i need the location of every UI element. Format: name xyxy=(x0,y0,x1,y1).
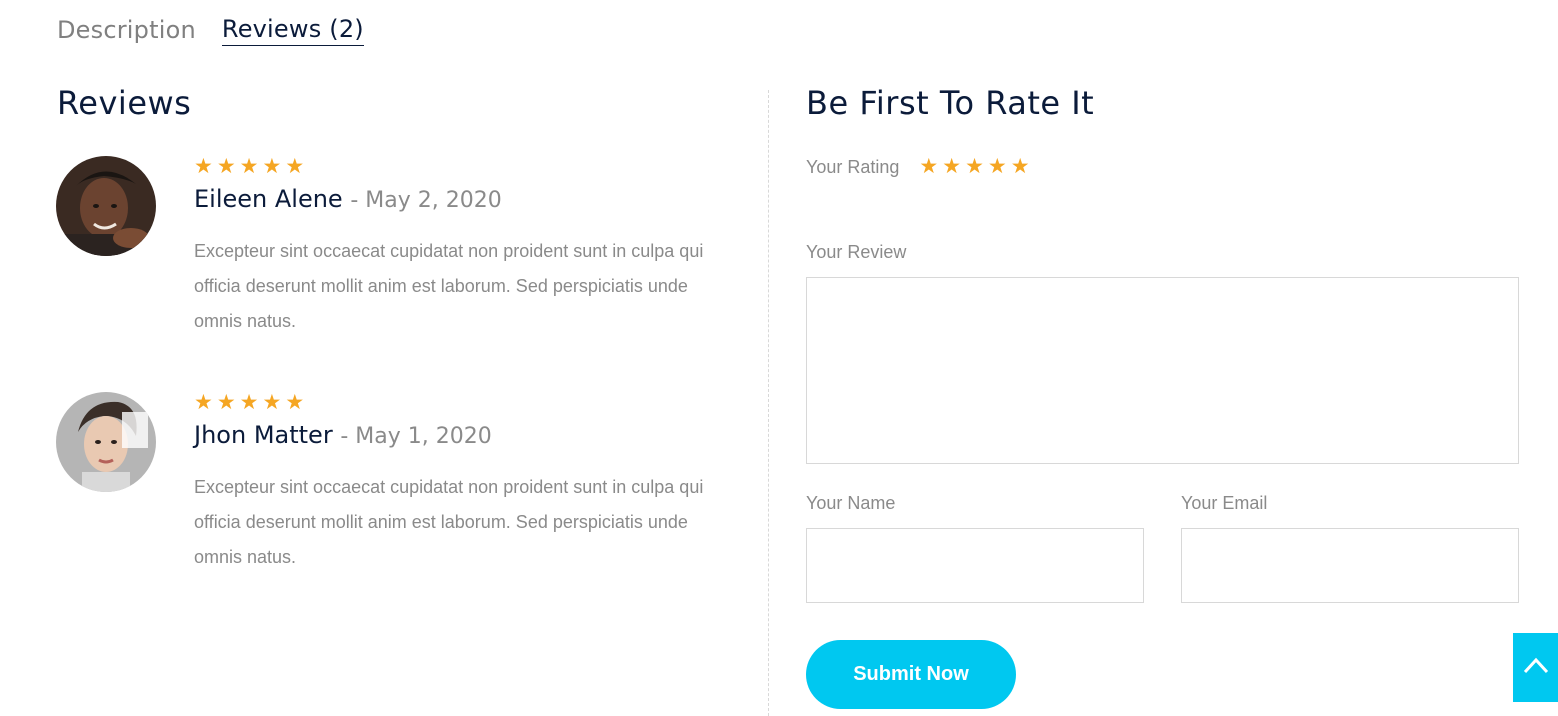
rating-stars: ★ ★ ★ ★ ★ xyxy=(919,156,1029,178)
reviews-title: Reviews xyxy=(57,84,192,122)
star-icon: ★ xyxy=(194,155,213,178)
review-date: May 2, 2020 xyxy=(365,188,502,213)
chevron-up-icon xyxy=(1523,656,1549,679)
review-stars: ★ ★ ★ ★ ★ xyxy=(194,392,734,414)
review-date: May 1, 2020 xyxy=(355,424,492,449)
form-title: Be First To Rate It xyxy=(806,84,1095,122)
star-icon: ★ xyxy=(262,391,282,414)
star-icon[interactable]: ★ xyxy=(942,156,961,178)
name-field[interactable] xyxy=(806,528,1144,603)
review-stars: ★ ★ ★ ★ ★ xyxy=(194,156,734,178)
rating-label: Your Rating xyxy=(806,156,900,177)
submit-button[interactable]: Submit Now xyxy=(806,640,1016,709)
reviewer-line: Eileen Alene - May 2, 2020 xyxy=(194,182,734,218)
reviewer-name: Jhon Matter xyxy=(194,421,333,449)
star-icon: ★ xyxy=(285,391,305,414)
reviewer-name: Eileen Alene xyxy=(194,185,343,213)
review-label: Your Review xyxy=(806,242,907,262)
rating-row: Your Rating ★ ★ ★ ★ ★ xyxy=(806,156,1030,178)
avatar xyxy=(56,156,156,256)
reviewer-line: Jhon Matter - May 1, 2020 xyxy=(194,418,734,454)
back-to-top-button[interactable] xyxy=(1513,633,1558,702)
review-date-separator: - xyxy=(340,424,356,449)
star-icon: ★ xyxy=(216,155,236,178)
tab-description[interactable]: Description xyxy=(57,14,196,46)
star-icon: ★ xyxy=(194,391,213,414)
review-date-separator: - xyxy=(350,188,366,213)
star-icon[interactable]: ★ xyxy=(965,156,984,178)
review-text: Excepteur sint occaecat cupidatat non pr… xyxy=(194,477,704,567)
tab-reviews[interactable]: Reviews (2) xyxy=(221,14,364,46)
star-icon: ★ xyxy=(239,155,259,178)
star-icon: ★ xyxy=(285,155,305,178)
star-icon[interactable]: ★ xyxy=(919,156,938,178)
email-field[interactable] xyxy=(1181,528,1519,603)
review-textarea[interactable] xyxy=(806,277,1519,464)
email-label: Your Email xyxy=(1181,493,1268,513)
review-text: Excepteur sint occaecat cupidatat non pr… xyxy=(194,241,704,331)
star-icon: ★ xyxy=(239,391,259,414)
column-divider xyxy=(768,90,769,716)
star-icon[interactable]: ★ xyxy=(988,156,1007,178)
name-label: Your Name xyxy=(806,493,896,513)
star-icon: ★ xyxy=(262,155,282,178)
avatar xyxy=(56,392,156,492)
star-icon[interactable]: ★ xyxy=(1011,156,1030,178)
product-tabs: Description Reviews (2) xyxy=(57,14,364,46)
star-icon: ★ xyxy=(216,391,236,414)
